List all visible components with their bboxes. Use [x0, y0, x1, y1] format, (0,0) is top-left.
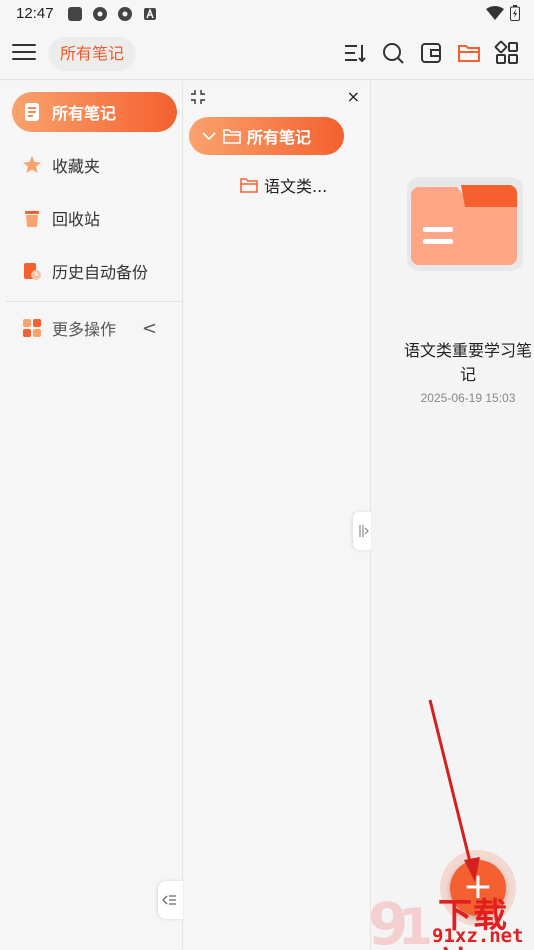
tree-root-all-notes[interactable]: 所有笔记 [189, 117, 344, 155]
a-badge-icon [144, 8, 156, 20]
grid-icon[interactable] [494, 40, 520, 66]
battery-icon [510, 5, 520, 21]
sidebar-item-trash[interactable]: 回收站 [12, 198, 177, 238]
menu-button[interactable] [12, 40, 36, 66]
chevron-left-icon: < [141, 317, 157, 339]
watermark-url: 91xz.net [432, 925, 524, 947]
status-time: 12:47 [16, 5, 54, 22]
sidebar-item-auto-backup[interactable]: 历史自动备份 [12, 251, 177, 291]
sidebar-item-all-notes[interactable]: 所有笔记 [12, 92, 177, 132]
shrink-icon[interactable] [190, 89, 206, 105]
aperture-icon [93, 7, 107, 21]
sort-icon[interactable] [342, 40, 368, 66]
content-area: 语文类重要学习笔记 2025-06-19 15:03 [372, 81, 534, 950]
note-date: 2025-06-19 15:03 [420, 391, 516, 405]
aperture-icon [118, 7, 132, 21]
star-icon [23, 156, 41, 173]
wifi-icon [486, 6, 504, 20]
tree-item-label: 语文类... [264, 177, 328, 196]
backup-icon [24, 263, 41, 280]
folder-icon [223, 129, 241, 144]
chevron-down-icon [202, 132, 216, 141]
sidebar-item-label: 历史自动备份 [52, 263, 149, 282]
panel-resize-handle[interactable] [353, 512, 371, 550]
folder-icon[interactable] [456, 40, 482, 66]
folder-tree-panel: × 所有笔记 语文类... [184, 81, 371, 950]
search-icon[interactable] [380, 40, 406, 66]
trash-icon [25, 211, 39, 227]
sidebar-item-label: 所有笔记 [52, 104, 117, 123]
notes-icon [25, 103, 39, 121]
top-toolbar: 所有笔记 [0, 28, 534, 80]
divider [6, 301, 183, 302]
tree-root-label: 所有笔记 [247, 128, 312, 147]
tree-item-chinese-notes[interactable]: 语文类... [240, 173, 327, 197]
status-bar: 12:47 [0, 0, 534, 28]
breadcrumb[interactable]: 所有笔记 [48, 37, 137, 71]
note-title[interactable]: 语文类重要学习笔记 [372, 339, 534, 387]
sidebar-item-label: 收藏夹 [52, 157, 101, 176]
wallet-icon[interactable] [418, 40, 444, 66]
sidebar: 所有笔记 收藏夹 回收站 历史自动备份 更多操作 < [0, 81, 183, 950]
sidebar-collapse-handle[interactable] [158, 881, 183, 919]
sidebar-item-label: 回收站 [52, 210, 101, 229]
sidebar-item-favorites[interactable]: 收藏夹 [12, 145, 177, 185]
apps-icon [23, 319, 41, 337]
collapse-left-icon [162, 895, 176, 905]
close-panel-button[interactable]: × [347, 87, 360, 106]
sidebar-item-more-actions[interactable]: 更多操作 < [12, 308, 177, 348]
app-notification-icon [68, 7, 82, 21]
sidebar-item-label: 更多操作 [52, 320, 117, 339]
folder-card-icon[interactable] [405, 169, 525, 279]
folder-icon [240, 178, 258, 193]
drag-handle-icon [359, 525, 369, 537]
svg-text:1: 1 [398, 898, 433, 950]
